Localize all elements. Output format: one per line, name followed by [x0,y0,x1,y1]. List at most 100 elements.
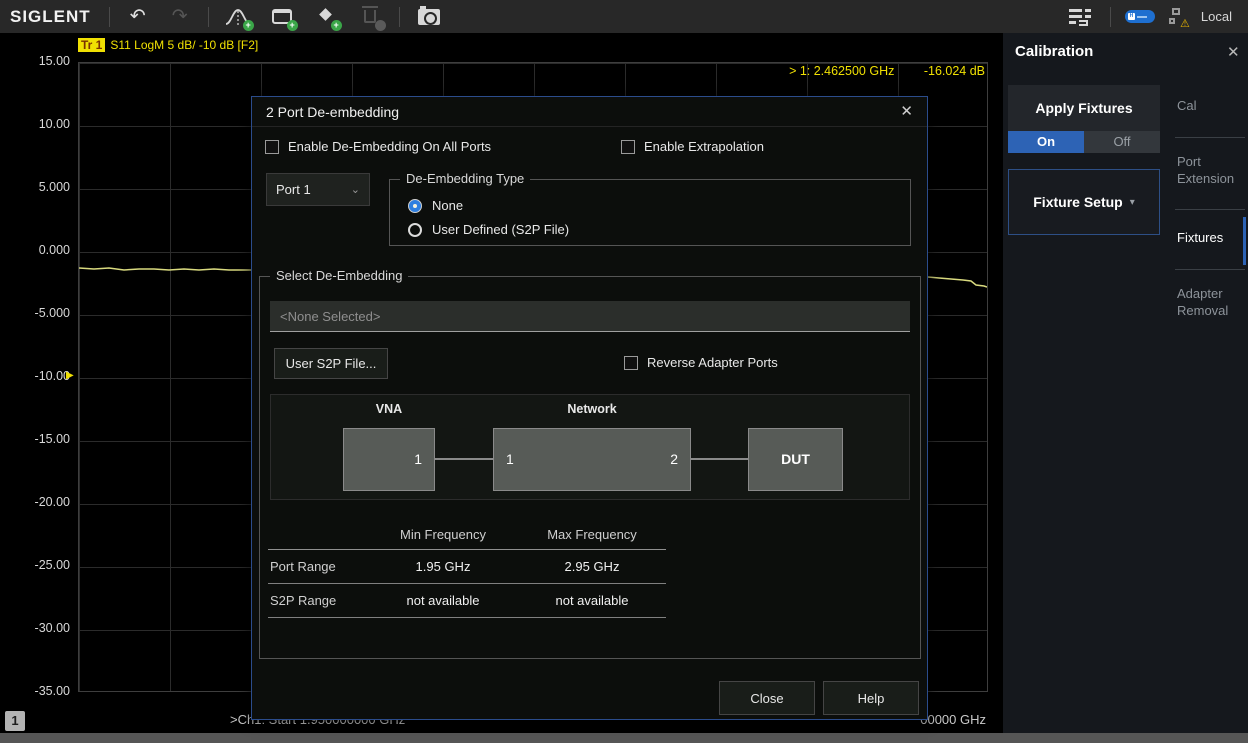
port-select-dropdown[interactable]: Port 1 ⌄ [266,173,370,206]
delete-icon[interactable] [355,4,386,31]
trace-badge[interactable]: Tr 1 [78,38,106,52]
marker-diamond-icon [319,8,333,21]
trace-settings-label[interactable]: S11 LogM 5 dB/ -10 dB [F2] [110,38,258,52]
warning-icon: ⚠ [1180,17,1190,30]
vna-label: VNA [375,402,403,416]
screenshot-button[interactable] [414,4,444,30]
trace-segment-right [927,276,987,288]
y-axis-tick: 10.00 [38,117,70,131]
network-port2-number: 2 [670,451,678,467]
max-frequency-header: Max Frequency [547,527,637,542]
fixture-setup-button[interactable]: Fixture Setup ▾ [1008,169,1160,235]
plus-badge-icon: + [286,19,298,31]
select-de-embedding-group: Select De-Embedding <None Selected> User… [259,268,921,659]
s2p-range-max: not available [555,593,629,608]
help-button[interactable]: Help [823,681,919,715]
checkbox-label: Reverse Adapter Ports [647,355,778,370]
checkbox-icon[interactable] [265,139,279,154]
enable-extrapolation-checkbox[interactable]: Enable Extrapolation [621,139,764,154]
screen-layout-icon[interactable] [1066,4,1096,30]
plus-badge-icon: + [330,19,342,31]
table-row: Port Range 1.95 GHz 2.95 GHz [268,550,666,584]
local-mode-label[interactable]: Local [1201,9,1232,24]
s2p-range-min: not available [406,593,480,608]
usb-device-icon[interactable]: H [1124,10,1155,23]
toolbar-divider [1109,6,1111,27]
close-button[interactable]: Close [719,681,815,715]
s2p-file-field[interactable]: <None Selected> [270,301,910,332]
network-diagram: VNA Network 1 1 2 DUT [270,394,910,500]
vna-port-number: 1 [414,451,422,467]
bottom-window-edge [0,733,1248,743]
plus-badge-icon: + [242,19,254,31]
app-window: SIGLENT ↶ ↷ + + + H ⚠ Local Tr 1 S11 Log… [0,0,1248,743]
reverse-adapter-ports-checkbox[interactable]: Reverse Adapter Ports [624,355,778,370]
port-range-max: 2.95 GHz [564,559,620,574]
add-marker-icon[interactable]: + [311,4,342,31]
tab-port-extension[interactable]: Port Extension [1177,153,1247,187]
lan-status-icon[interactable]: ⚠ [1168,7,1190,30]
fixture-setup-label: Fixture Setup [1033,194,1123,210]
tab-cal[interactable]: Cal [1177,97,1247,114]
tab-divider [1175,209,1245,210]
y-axis-tick: -5.000 [34,306,70,320]
top-toolbar: SIGLENT ↶ ↷ + + + H ⚠ Local [0,0,1248,33]
sidebar-close-icon[interactable]: ✕ [1227,43,1240,61]
radio-none[interactable]: None [408,198,463,213]
layout-bars-icon [1068,8,1093,26]
siglent-logo: SIGLENT [10,6,91,26]
table-row: S2P Range not available not available [268,584,666,618]
camera-icon [417,5,440,25]
checkbox-label: Enable Extrapolation [644,139,764,154]
enable-all-ports-checkbox[interactable]: Enable De-Embedding On All Ports [265,139,491,154]
radio-user-defined[interactable]: User Defined (S2P File) [408,222,569,237]
add-trace-icon[interactable]: + [223,4,254,31]
trace-info-bar[interactable]: Tr 1 S11 LogM 5 dB/ -10 dB [F2] [78,38,258,52]
checkbox-label: Enable De-Embedding On All Ports [288,139,492,154]
reference-level-marker-icon[interactable]: ▶ [66,370,74,381]
frequency-range-table: Min Frequency Max Frequency Port Range 1… [268,520,666,618]
redo-icon[interactable]: ↷ [166,4,194,30]
apply-fixtures-button[interactable]: Apply Fixtures [1008,85,1160,131]
y-axis-tick: 5.000 [38,180,70,194]
y-axis-tick: -10.00 [34,369,70,383]
dut-box: DUT [748,428,843,491]
y-axis-tick: -20.00 [34,495,70,509]
s2p-range-label: S2P Range [270,593,337,608]
radio-unselected-icon[interactable] [408,222,422,237]
network-label: Network [567,402,617,416]
vna-box: 1 [343,428,435,491]
radio-label: None [432,198,464,213]
lan-node-icon [1171,7,1180,15]
connector-line [691,458,748,460]
y-axis-tick: 15.00 [38,54,70,68]
apply-fixtures-toggle: On Off [1008,131,1160,153]
toggle-on[interactable]: On [1008,131,1084,153]
dialog-close-icon[interactable]: ✕ [900,102,913,120]
port-range-min: 1.95 GHz [415,559,471,574]
y-axis-tick: -25.00 [34,558,70,572]
radio-label: User Defined (S2P File) [432,222,570,237]
add-window-icon[interactable]: + [267,4,298,31]
toolbar-divider [398,6,400,27]
network-box: 1 2 [493,428,691,491]
radio-selected-icon[interactable] [408,198,422,213]
y-axis-tick: 0.000 [38,243,70,257]
trace-segment-left [79,267,251,271]
checkbox-icon[interactable] [624,355,638,370]
tab-adapter-removal[interactable]: Adapter Removal [1177,285,1247,319]
group-label: De-Embedding Type [400,171,531,186]
y-axis-tick: -35.00 [34,684,70,698]
user-s2p-file-button[interactable]: User S2P File... [274,348,388,379]
de-embedding-type-group: De-Embedding Type None User Defined (S2P… [389,171,911,246]
checkbox-icon[interactable] [621,139,635,154]
tab-fixtures[interactable]: Fixtures [1177,229,1247,246]
undo-icon[interactable]: ↶ [124,4,152,30]
y-axis-tick: -15.00 [34,432,70,446]
dropdown-triangle-icon: ▾ [1129,196,1135,208]
table-header-row: Min Frequency Max Frequency [268,520,666,550]
group-label: Select De-Embedding [270,268,409,283]
channel-badge[interactable]: 1 [5,711,25,731]
toggle-off[interactable]: Off [1084,131,1160,153]
tab-divider [1175,137,1245,138]
